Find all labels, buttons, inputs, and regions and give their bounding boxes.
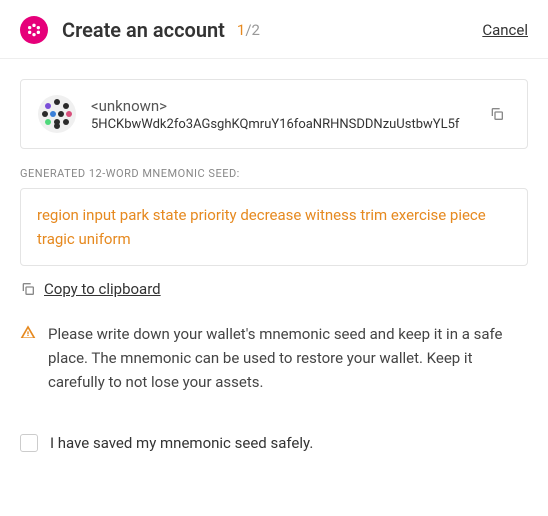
warning-text: Please write down your wallet's mnemonic…: [48, 322, 528, 394]
header: Create an account 1/2 Cancel: [0, 0, 548, 59]
warning-icon: [20, 324, 36, 394]
seed-label: GENERATED 12-WORD MNEMONIC SEED:: [20, 167, 528, 180]
cancel-button[interactable]: Cancel: [482, 21, 528, 39]
step-total: /2: [245, 21, 260, 39]
copy-address-button[interactable]: [483, 100, 511, 128]
identicon-icon: [37, 94, 77, 134]
page-title: Create an account: [62, 18, 225, 42]
account-address: 5HCKbwWdk2fo3AGsghKQmruY16foaNRHNSDDNzuU…: [91, 117, 469, 132]
mnemonic-seed: region input park state priority decreas…: [20, 188, 528, 266]
copy-clipboard-label: Copy to clipboard: [44, 280, 161, 298]
content: <unknown> 5HCKbwWdk2fo3AGsghKQmruY16foaN…: [0, 59, 548, 472]
step-indicator: 1/2: [237, 21, 260, 39]
saved-seed-checkbox[interactable]: [20, 434, 38, 452]
confirm-row: I have saved my mnemonic seed safely.: [20, 434, 528, 452]
account-name: <unknown>: [91, 97, 469, 115]
copy-icon: [20, 281, 36, 297]
saved-seed-label: I have saved my mnemonic seed safely.: [50, 434, 313, 452]
copy-clipboard-button[interactable]: Copy to clipboard: [20, 280, 528, 298]
warning-box: Please write down your wallet's mnemonic…: [20, 322, 528, 394]
account-card: <unknown> 5HCKbwWdk2fo3AGsghKQmruY16foaN…: [20, 79, 528, 149]
account-info: <unknown> 5HCKbwWdk2fo3AGsghKQmruY16foaN…: [91, 97, 469, 132]
polkadot-logo-icon: [20, 16, 48, 44]
